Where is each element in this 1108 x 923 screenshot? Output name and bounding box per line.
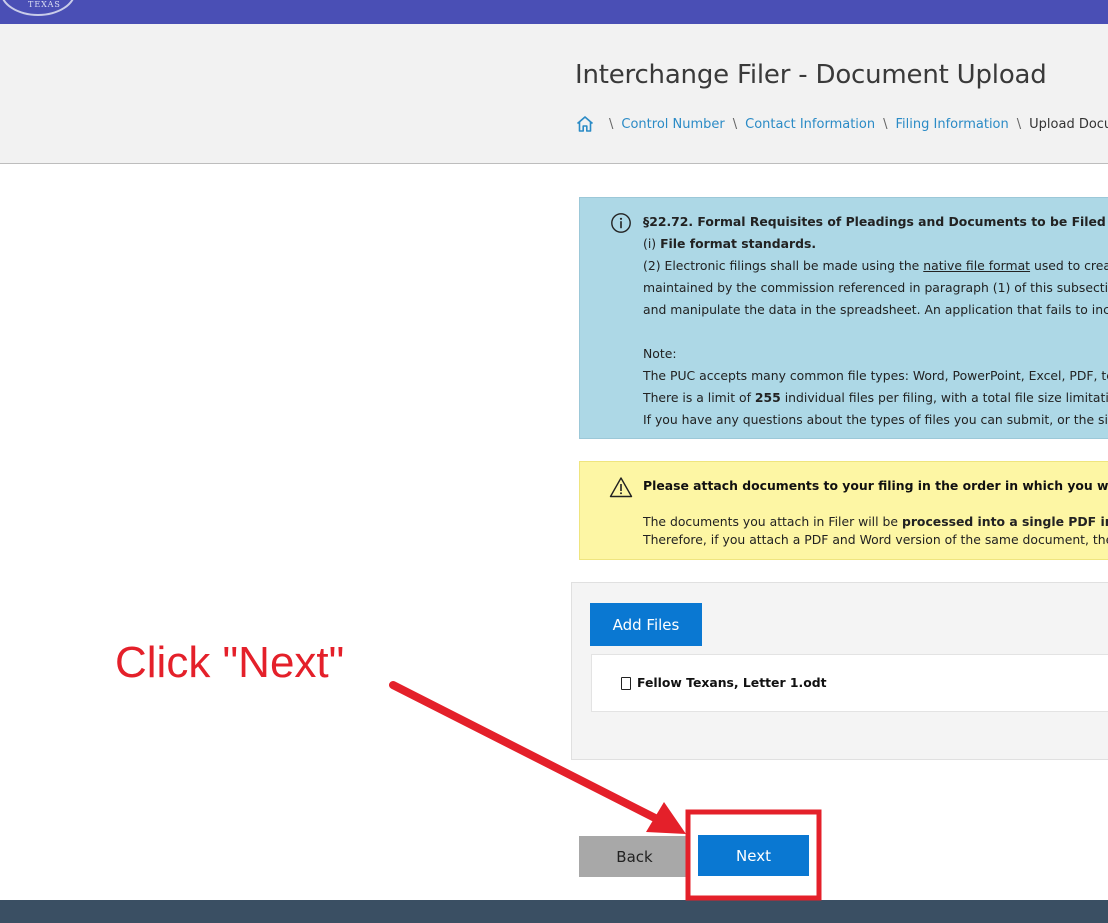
seal-text: TEXAS [28, 0, 61, 9]
warning-title: Please attach documents to your filing i… [643, 478, 1108, 493]
add-files-button[interactable]: Add Files [590, 603, 702, 646]
home-icon[interactable] [575, 114, 595, 134]
note-file-types: The PUC accepts many common file types: … [643, 368, 1108, 383]
note-questions: If you have any questions about the type… [643, 412, 1108, 427]
info-line2-suffix: used to create [1034, 258, 1108, 273]
back-button[interactable]: Back [579, 836, 690, 877]
file-icon [621, 677, 631, 690]
page-header: Interchange Filer - Document Upload \ Co… [0, 24, 1108, 164]
note-limit-number: 255 [754, 390, 781, 405]
info-line4: and manipulate the data in the spreadshe… [643, 302, 1108, 317]
file-upload-panel: Add Files Fellow Texans, Letter 1.odt [571, 582, 1108, 760]
page-title: Interchange Filer - Document Upload [575, 60, 1047, 90]
annotation-arrow-head [646, 802, 686, 834]
info-text: §22.72. Formal Requisites of Pleadings a… [643, 211, 1108, 431]
info-line3: maintained by the commission referenced … [643, 280, 1108, 295]
note-limit-suffix: individual files per filing, with a tota… [784, 390, 1108, 405]
breadcrumb-separator: \ [609, 116, 614, 132]
top-nav-bar: TEXAS [0, 0, 1108, 24]
info-line2-prefix: (2) Electronic filings shall be made usi… [643, 258, 920, 273]
breadcrumb-separator: \ [732, 116, 738, 132]
file-name: Fellow Texans, Letter 1.odt [637, 675, 827, 690]
warning-line1-bold: processed into a single PDF in th [901, 514, 1108, 529]
note-limit-prefix: There is a limit of [643, 390, 751, 405]
warning-line2: Therefore, if you attach a PDF and Word … [643, 532, 1108, 547]
info-heading: §22.72. Formal Requisites of Pleadings a… [643, 214, 1108, 229]
breadcrumb: \ Control Number \ Contact Information \… [575, 114, 1108, 134]
warning-line1-prefix: The documents you attach in Filer will b… [643, 514, 898, 529]
warning-box-attach-order: Please attach documents to your filing i… [579, 461, 1108, 560]
next-button[interactable]: Next [698, 835, 809, 876]
annotation-click-next-text: Click "Next" [115, 638, 345, 687]
file-list-item[interactable]: Fellow Texans, Letter 1.odt [591, 654, 1108, 712]
note-label: Note: [643, 346, 677, 361]
breadcrumb-contact-information[interactable]: Contact Information [745, 117, 875, 132]
breadcrumb-separator: \ [883, 116, 888, 132]
warning-text: The documents you attach in Filer will b… [643, 513, 1108, 549]
info-subheading-prefix: (i) [643, 236, 657, 251]
info-box-file-format-rules: §22.72. Formal Requisites of Pleadings a… [579, 197, 1108, 439]
breadcrumb-filing-information[interactable]: Filing Information [896, 117, 1009, 132]
breadcrumb-separator: \ [1016, 116, 1022, 132]
info-subheading: File format standards. [660, 236, 817, 251]
breadcrumb-current-upload-documents: Upload Docum [1029, 116, 1108, 132]
warning-triangle-icon [609, 477, 633, 498]
breadcrumb-control-number[interactable]: Control Number [621, 117, 724, 132]
footer-bar [0, 900, 1108, 923]
info-circle-icon [611, 213, 631, 233]
native-file-format-link[interactable]: native file format [923, 258, 1030, 273]
